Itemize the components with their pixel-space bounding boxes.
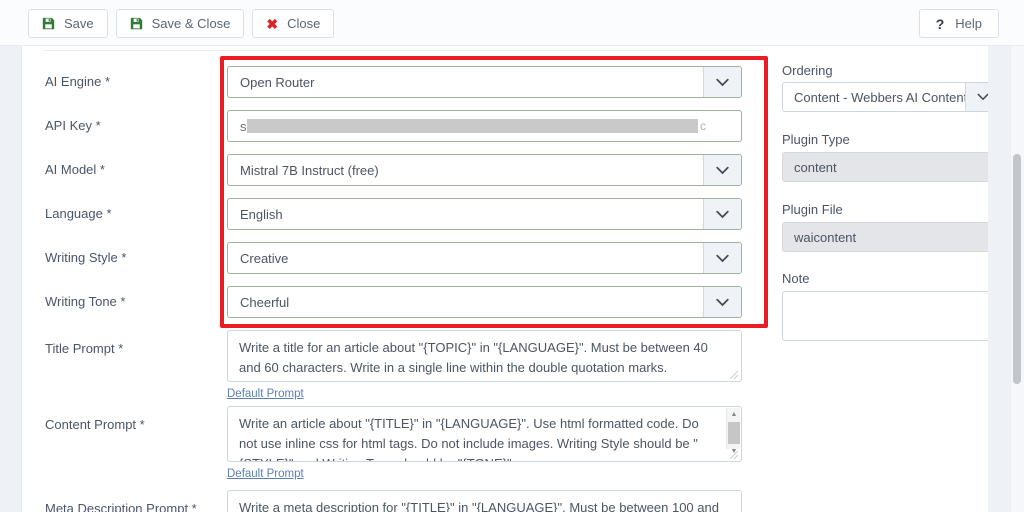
content-prompt-label: Content Prompt * bbox=[45, 417, 145, 432]
toolbar-button-group: Save Save & Close ✖ Close bbox=[28, 9, 335, 38]
plugin-type-label: Plugin Type bbox=[782, 132, 850, 147]
chevron-down-icon[interactable] bbox=[703, 155, 741, 185]
resize-grip-icon[interactable] bbox=[729, 370, 739, 380]
writing-tone-label: Writing Tone * bbox=[45, 294, 126, 309]
writing-style-label: Writing Style * bbox=[45, 250, 127, 265]
right-margin-band bbox=[988, 46, 1010, 512]
api-key-value-tail: c bbox=[700, 119, 706, 133]
save-and-close-button[interactable]: Save & Close bbox=[115, 9, 245, 38]
content-prompt-default-link[interactable]: Default Prompt bbox=[227, 468, 304, 480]
title-prompt-label: Title Prompt * bbox=[45, 341, 124, 356]
api-key-input[interactable]: s c bbox=[227, 110, 742, 142]
toolbar-right-group: ? Help bbox=[918, 9, 999, 38]
api-key-redaction-bar bbox=[247, 119, 698, 133]
language-select[interactable]: English bbox=[227, 198, 742, 230]
chevron-down-icon[interactable] bbox=[703, 287, 741, 317]
question-mark-icon: ? bbox=[935, 15, 945, 32]
ordering-label: Ordering bbox=[782, 63, 833, 78]
meta-description-prompt-value: Write a meta description for "{TITLE}" i… bbox=[239, 500, 719, 512]
api-key-label: API Key * bbox=[45, 118, 101, 133]
chevron-down-icon[interactable] bbox=[703, 199, 741, 229]
note-textarea[interactable] bbox=[782, 291, 1000, 341]
meta-description-prompt-label: Meta Description Prompt * bbox=[45, 501, 197, 512]
plugin-type-value: content bbox=[794, 159, 837, 175]
note-label: Note bbox=[782, 271, 810, 286]
content-prompt-textarea[interactable]: Write an article about "{TITLE}" in "{LA… bbox=[227, 406, 742, 462]
scrollbar-thumb[interactable] bbox=[728, 422, 740, 444]
scroll-up-arrow-icon[interactable]: ▲ bbox=[727, 409, 741, 421]
content-prompt-value: Write an article about "{TITLE}" in "{LA… bbox=[239, 416, 699, 461]
page-scrollbar[interactable] bbox=[1010, 46, 1024, 512]
ai-engine-select[interactable]: Open Router bbox=[227, 66, 742, 98]
content-prompt-scrollbar[interactable]: ▲ ▼ bbox=[726, 408, 741, 455]
chevron-down-icon[interactable] bbox=[703, 67, 741, 97]
save-button-label: Save bbox=[64, 16, 94, 31]
ai-engine-label: AI Engine * bbox=[45, 74, 111, 89]
save-and-close-button-label: Save & Close bbox=[151, 16, 231, 31]
writing-style-select[interactable]: Creative bbox=[227, 242, 742, 274]
resize-grip-icon[interactable] bbox=[729, 450, 739, 460]
help-button[interactable]: ? Help bbox=[918, 9, 999, 38]
title-prompt-value: Write a title for an article about "{TOP… bbox=[239, 340, 708, 375]
plugin-file-label: Plugin File bbox=[782, 202, 843, 217]
writing-tone-value: Cheerful bbox=[240, 294, 290, 310]
plugin-file-readonly-field: waicontent bbox=[782, 222, 1000, 252]
ordering-value: Content - Webbers AI Content ( bbox=[794, 89, 976, 105]
x-mark-icon: ✖ bbox=[266, 15, 279, 32]
title-prompt-textarea[interactable]: Write a title for an article about "{TOP… bbox=[227, 330, 742, 382]
save-button[interactable]: Save bbox=[28, 9, 108, 38]
plugin-file-value: waicontent bbox=[794, 229, 857, 245]
floppy-disk-icon bbox=[42, 17, 55, 30]
ai-model-value: Mistral 7B Instruct (free) bbox=[240, 162, 379, 178]
right-options-panel: Ordering Content - Webbers AI Content ( … bbox=[762, 46, 1010, 512]
plugin-type-readonly-field: content bbox=[782, 152, 1000, 182]
help-button-label: Help bbox=[955, 16, 982, 31]
ai-model-select[interactable]: Mistral 7B Instruct (free) bbox=[227, 154, 742, 186]
ordering-select[interactable]: Content - Webbers AI Content ( bbox=[782, 82, 1000, 112]
writing-style-value: Creative bbox=[240, 250, 289, 266]
form-scroll-area[interactable]: AI Engine * Open Router API Key * s c AI… bbox=[22, 46, 1024, 512]
floppy-disk-icon bbox=[130, 17, 143, 30]
meta-description-prompt-textarea[interactable]: Write a meta description for "{TITLE}" i… bbox=[227, 490, 742, 512]
language-label: Language * bbox=[45, 206, 112, 221]
top-toolbar: Save Save & Close ✖ Close ? Help bbox=[0, 0, 1024, 46]
chevron-down-icon[interactable] bbox=[703, 243, 741, 273]
writing-tone-select[interactable]: Cheerful bbox=[227, 286, 742, 318]
main-form-column: AI Engine * Open Router API Key * s c AI… bbox=[22, 46, 768, 512]
close-button-label: Close bbox=[287, 16, 321, 31]
ai-model-label: AI Model * bbox=[45, 162, 105, 177]
api-key-value: s bbox=[240, 118, 247, 134]
language-value: English bbox=[240, 206, 283, 222]
ai-engine-value: Open Router bbox=[240, 74, 315, 90]
title-prompt-default-link[interactable]: Default Prompt bbox=[227, 388, 304, 400]
close-button[interactable]: ✖ Close bbox=[252, 9, 335, 38]
left-sidebar-rail bbox=[0, 0, 22, 512]
page-scrollbar-thumb[interactable] bbox=[1013, 154, 1021, 384]
